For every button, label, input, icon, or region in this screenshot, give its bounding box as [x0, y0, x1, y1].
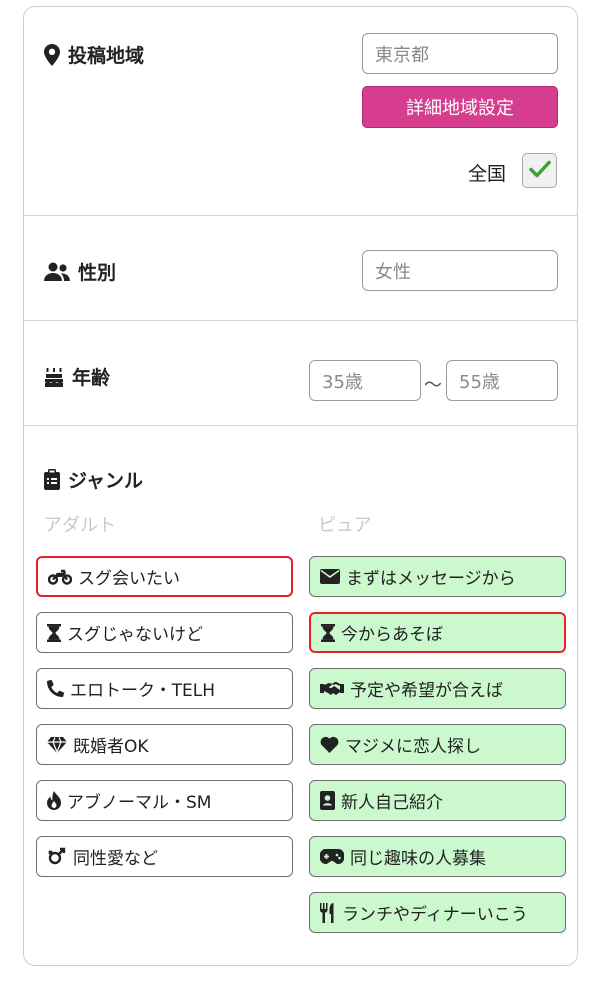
age-min-select[interactable]: 35歳 — [309, 360, 421, 401]
genre-tag-pure[interactable]: 予定や希望が合えば — [309, 668, 566, 709]
genre-tag-label: まずはメッセージから — [346, 569, 516, 589]
age-label-text: 年齢 — [72, 367, 111, 389]
users-icon — [44, 262, 70, 282]
gender-icon — [47, 847, 67, 867]
genre-tag-adult[interactable]: スグじゃないけど — [36, 612, 293, 653]
age-max-value: 55歳 — [459, 371, 500, 393]
hourglass-icon — [47, 623, 61, 642]
envelope-icon — [320, 569, 340, 584]
pure-column-header: ピュア — [318, 515, 372, 536]
genre-tag-label: スグ会いたい — [78, 569, 180, 589]
area-label: 投稿地域 — [44, 41, 144, 68]
age-max-select[interactable]: 55歳 — [446, 360, 558, 401]
genre-label: ジャンル — [44, 466, 143, 493]
genre-tag-label: スグじゃないけど — [67, 625, 203, 645]
id-card-icon — [320, 791, 335, 810]
genre-tag-pure[interactable]: マジメに恋人探し — [309, 724, 566, 765]
age-separator: ～ — [424, 375, 442, 396]
genre-tag-label: ランチやディナーいこう — [342, 905, 528, 925]
genre-tag-label: 新人自己紹介 — [341, 793, 443, 813]
prefecture-value: 東京都 — [375, 44, 429, 66]
clipboard-icon — [44, 469, 60, 490]
hourglass-icon — [321, 623, 335, 642]
area-section: 投稿地域 東京都 詳細地域設定 全国 — [24, 7, 577, 216]
sex-label: 性別 — [44, 258, 116, 285]
genre-tag-label: アブノーマル・SM — [67, 793, 212, 813]
motorcycle-icon — [48, 569, 72, 585]
prefecture-select[interactable]: 東京都 — [362, 33, 558, 74]
age-min-value: 35歳 — [322, 371, 363, 393]
genre-tag-adult[interactable]: スグ会いたい — [36, 556, 293, 597]
map-marker-icon — [44, 43, 60, 66]
genre-tag-pure[interactable]: まずはメッセージから — [309, 556, 566, 597]
nationwide-label: 全国 — [468, 163, 507, 185]
genre-tag-adult[interactable]: エロトーク・TELH — [36, 668, 293, 709]
genre-tag-label: 同じ趣味の人募集 — [350, 849, 486, 869]
genre-tag-label: 予定や希望が合えば — [350, 681, 503, 701]
genre-tag-pure[interactable]: 同じ趣味の人募集 — [309, 836, 566, 877]
age-section: 年齢 35歳 ～ 55歳 — [24, 321, 577, 426]
handshake-icon — [320, 681, 344, 697]
gamepad-icon — [320, 849, 344, 864]
genre-tag-adult[interactable]: 同性愛など — [36, 836, 293, 877]
genre-tag-pure[interactable]: 新人自己紹介 — [309, 780, 566, 821]
genre-tag-pure[interactable]: ランチやディナーいこう — [309, 892, 566, 933]
sex-label-text: 性別 — [78, 262, 117, 284]
age-label: 年齢 — [44, 363, 110, 390]
search-form-card: 投稿地域 東京都 詳細地域設定 全国 性別 女性 年齢 35歳 ～ 55歳 ジャ… — [23, 6, 578, 966]
genre-tag-label: 既婚者OK — [73, 737, 149, 757]
detail-area-button[interactable]: 詳細地域設定 — [362, 86, 558, 128]
genre-tag-adult[interactable]: アブノーマル・SM — [36, 780, 293, 821]
genre-tag-adult[interactable]: 既婚者OK — [36, 724, 293, 765]
nationwide-checkbox[interactable] — [522, 153, 557, 188]
check-icon — [528, 160, 551, 182]
genre-tag-label: マジメに恋人探し — [345, 737, 481, 757]
heart-icon — [320, 736, 339, 753]
sex-select[interactable]: 女性 — [362, 250, 558, 291]
genre-tag-pure[interactable]: 今からあそぼ — [309, 612, 566, 653]
area-label-text: 投稿地域 — [68, 45, 145, 67]
genre-section: ジャンル アダルト ピュア スグ会いたい スグじゃないけど エロトーク・TELH — [24, 426, 577, 986]
sex-value: 女性 — [375, 261, 411, 283]
fire-icon — [47, 791, 61, 810]
genre-tag-label: 同性愛など — [73, 849, 158, 869]
adult-column-header: アダルト — [44, 515, 116, 536]
birthday-cake-icon — [44, 367, 64, 387]
genre-tag-label: エロトーク・TELH — [70, 681, 216, 701]
diamond-icon — [47, 736, 67, 753]
utensils-icon — [320, 902, 336, 923]
phone-icon — [47, 680, 64, 697]
genre-label-text: ジャンル — [68, 470, 144, 492]
genre-tag-label: 今からあそぼ — [341, 625, 443, 645]
sex-section: 性別 女性 — [24, 216, 577, 321]
